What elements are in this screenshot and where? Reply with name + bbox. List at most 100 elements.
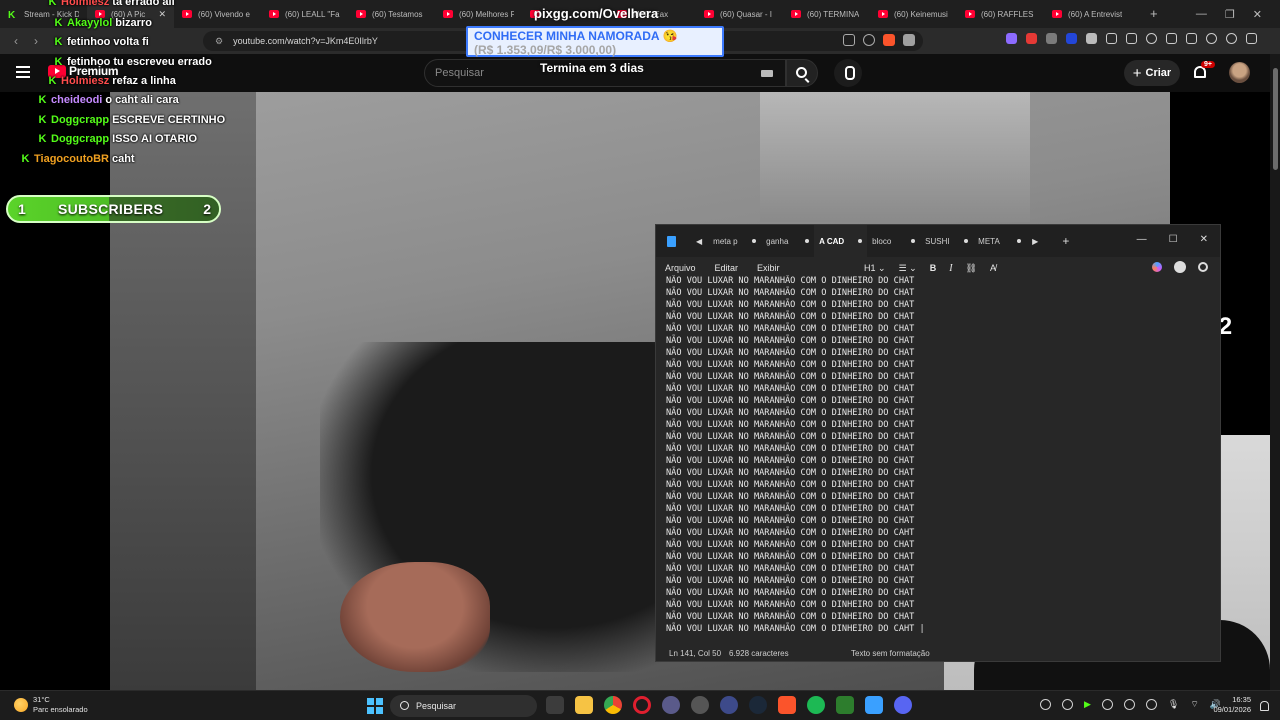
extensions-bar: [1006, 33, 1257, 44]
tray-icon[interactable]: [1101, 699, 1113, 710]
scroll-tabs-right-icon[interactable]: ▶: [1032, 237, 1038, 246]
steam-icon[interactable]: [749, 696, 767, 714]
text-line: NÃO VOU LUXAR NO MARANHÃO COM O DINHEIRO…: [666, 432, 915, 442]
extension-icon[interactable]: [1086, 33, 1097, 44]
brave-rewards-icon[interactable]: [903, 34, 915, 46]
browser-tab[interactable]: (60) Keinemusi: [870, 0, 957, 28]
notifications-icon[interactable]: 9+: [1192, 61, 1215, 81]
italic-icon[interactable]: I: [949, 263, 952, 274]
tray-icon[interactable]: [1040, 699, 1051, 710]
notification-center-icon[interactable]: [1260, 701, 1269, 711]
unsaved-dot-icon[interactable]: [911, 239, 916, 243]
opera-icon[interactable]: [633, 696, 651, 714]
app-icon[interactable]: [720, 696, 738, 714]
maximize-icon[interactable]: ☐: [1169, 234, 1178, 245]
tray-icon[interactable]: [1062, 699, 1073, 710]
bold-icon[interactable]: B: [930, 263, 937, 273]
file-explorer-icon[interactable]: [575, 696, 593, 714]
keyboard-icon[interactable]: [761, 70, 773, 77]
chrome-icon[interactable]: [604, 696, 622, 714]
app-icon[interactable]: [691, 696, 709, 714]
app-icon[interactable]: [836, 696, 854, 714]
tray-icon[interactable]: [1123, 699, 1135, 710]
unsaved-dot-icon[interactable]: [805, 239, 810, 243]
scroll-tabs-left-icon[interactable]: ◀: [696, 237, 702, 246]
browser-tab[interactable]: (60) A Entrevist: [1044, 0, 1131, 28]
avatar[interactable]: [1229, 62, 1250, 83]
media-icon[interactable]: [1146, 33, 1157, 44]
extensions-puzzle-icon[interactable]: [1106, 33, 1117, 44]
menu-item[interactable]: Arquivo: [665, 263, 696, 273]
minimize-icon[interactable]: —: [1137, 234, 1147, 245]
minimize-icon[interactable]: —: [1196, 8, 1207, 21]
notepad-tab[interactable]: META: [973, 225, 1026, 257]
browser-tab[interactable]: (60) RAFFLES D: [957, 0, 1044, 28]
create-button[interactable]: + Criar: [1124, 60, 1180, 86]
start-icon[interactable]: [367, 698, 383, 714]
play-icon[interactable]: ▶: [1084, 699, 1091, 710]
heading-select[interactable]: H1 ⌄: [864, 263, 886, 274]
scrollbar-thumb[interactable]: [1273, 68, 1278, 170]
brave-shield-icon[interactable]: [883, 34, 895, 46]
bookmarks-icon[interactable]: [1186, 33, 1197, 44]
close-icon[interactable]: ✕: [1253, 8, 1262, 21]
voice-search-icon[interactable]: [834, 59, 862, 87]
microphone-icon[interactable]: 🎙: [1168, 699, 1179, 710]
notepad-icon[interactable]: [865, 696, 883, 714]
sidebar-icon[interactable]: [1166, 33, 1177, 44]
spotify-icon[interactable]: [807, 696, 825, 714]
unsaved-dot-icon[interactable]: [752, 239, 757, 243]
vpn-icon[interactable]: [1226, 33, 1237, 44]
network-icon[interactable]: ⌔: [1190, 699, 1198, 710]
unsaved-dot-icon[interactable]: [858, 239, 863, 243]
taskbar-search[interactable]: Pesquisar: [390, 695, 537, 717]
copilot-icon[interactable]: [1152, 262, 1162, 272]
new-tab-button[interactable]: +: [1140, 6, 1168, 21]
extension-icon[interactable]: [1126, 33, 1137, 44]
task-view-icon[interactable]: [546, 696, 564, 714]
brave-icon[interactable]: [778, 696, 796, 714]
new-tab-icon[interactable]: +: [1062, 234, 1069, 248]
clear-format-icon[interactable]: A̸: [990, 263, 996, 273]
extension-icon[interactable]: [1006, 33, 1017, 44]
menu-item[interactable]: Exibir: [757, 263, 780, 273]
browser-tab[interactable]: (60) LEALL "Fa: [261, 0, 348, 28]
close-icon[interactable]: ✕: [1200, 234, 1208, 245]
ai-icon[interactable]: [1206, 33, 1217, 44]
browser-tab[interactable]: (60) Quasar - I: [696, 0, 783, 28]
share-icon[interactable]: [863, 34, 875, 46]
text-line: NÃO VOU LUXAR NO MARANHÃO COM O DINHEIRO…: [666, 480, 915, 490]
link-icon[interactable]: ⛓: [966, 263, 977, 274]
text-line: NÃO VOU LUXAR NO MARANHÃO COM O DINHEIRO…: [666, 504, 915, 514]
extension-icon[interactable]: [1046, 33, 1057, 44]
app-icon[interactable]: [662, 696, 680, 714]
notepad-tab[interactable]: SUSHI: [920, 225, 973, 257]
maximize-icon[interactable]: ❐: [1225, 8, 1235, 21]
extension-icon[interactable]: [1026, 33, 1037, 44]
account-icon[interactable]: [1174, 261, 1186, 273]
notepad-window[interactable]: ◀ meta p ganha A CAD bloco SUSHI META ▶ + — ☐ ✕…: [655, 224, 1221, 662]
browser-tab[interactable]: (60) Testamos: [348, 0, 435, 28]
menu-item[interactable]: Editar: [715, 263, 739, 273]
settings-icon[interactable]: [1198, 262, 1208, 272]
notepad-tab[interactable]: bloco: [867, 225, 920, 257]
menu-icon[interactable]: [1246, 33, 1257, 44]
weather-widget[interactable]: 31°C Parc ensolarado: [14, 695, 88, 715]
youtube-icon: [704, 10, 714, 18]
discord-icon[interactable]: [894, 696, 912, 714]
notepad-tab[interactable]: meta p: [708, 225, 761, 257]
taskbar-clock[interactable]: 16:35 09/01/2026: [1209, 695, 1251, 715]
tray-icon[interactable]: [1145, 699, 1157, 710]
browser-tab[interactable]: (60) Melhores F: [435, 0, 522, 28]
extension-icon[interactable]: [1066, 33, 1077, 44]
search-button[interactable]: [786, 59, 818, 87]
unsaved-dot-icon[interactable]: [964, 239, 969, 243]
page-scrollbar[interactable]: [1270, 54, 1280, 690]
browser-tab[interactable]: (60) TERMINA: [783, 0, 870, 28]
notepad-tab[interactable]: ganha: [761, 225, 814, 257]
unsaved-dot-icon[interactable]: [1017, 239, 1022, 243]
cast-icon[interactable]: [843, 34, 855, 46]
list-icon[interactable]: ☰ ⌄: [899, 263, 917, 274]
notepad-text-area[interactable]: NÃO VOU LUXAR NO MARANHÃO COM O DINHEIRO…: [666, 275, 1206, 635]
notepad-tab[interactable]: A CAD: [814, 225, 868, 257]
